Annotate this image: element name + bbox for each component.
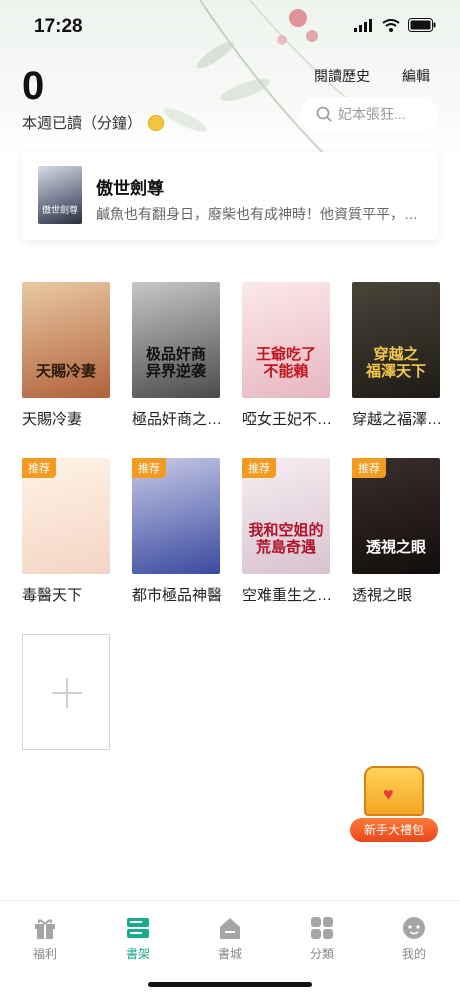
book-cover-title: 天賜冷妻 bbox=[35, 362, 96, 380]
tab-category[interactable]: 分類 bbox=[292, 915, 352, 962]
reading-history-link[interactable]: 閱讀歷史 bbox=[314, 66, 370, 86]
battery-icon bbox=[408, 18, 436, 32]
book-cover: 王爺吃了 不能賴 bbox=[242, 282, 330, 398]
cellular-signal-icon bbox=[354, 18, 372, 32]
book-cover: 穿越之 福澤天下 bbox=[352, 282, 440, 398]
coin-icon bbox=[148, 114, 165, 131]
book-cover: 推荐透視之眼 bbox=[352, 458, 440, 574]
book-cover-title: 穿越之 福澤天下 bbox=[365, 345, 426, 380]
weekly-read-label: 本週已讀（分鐘） bbox=[22, 112, 165, 133]
tab-store[interactable]: 書城 bbox=[200, 915, 260, 962]
tab-gift[interactable]: 福利 bbox=[15, 915, 75, 962]
bookshelf-icon bbox=[125, 915, 151, 941]
newbie-gift-button[interactable]: ♥ 新手大禮包 bbox=[350, 766, 438, 844]
tab-label: 我的 bbox=[401, 947, 426, 961]
status-bar: 17:28 bbox=[0, 0, 460, 54]
status-time: 17:28 bbox=[34, 16, 83, 37]
recommend-badge: 推荐 bbox=[242, 458, 276, 478]
book-title: 啞女王妃不能吃 bbox=[242, 411, 342, 428]
recommend-badge: 推荐 bbox=[22, 458, 56, 478]
tab-label: 福利 bbox=[32, 947, 57, 961]
recommend-badge: 推荐 bbox=[132, 458, 166, 478]
book-cover: 极品奸商 异界逆袭 bbox=[132, 282, 220, 398]
book-cover-title: 我和空姐的 荒島奇遇 bbox=[248, 521, 324, 556]
tab-label: 分類 bbox=[309, 947, 334, 961]
book-cover: 推荐 bbox=[132, 458, 220, 574]
book-cover-title: 极品奸商 异界逆袭 bbox=[145, 345, 206, 380]
treasure-chest-icon bbox=[364, 766, 424, 816]
wifi-icon bbox=[382, 18, 400, 32]
book-title: 穿越之福澤天下 bbox=[352, 411, 452, 428]
tab-profile[interactable]: 我的 bbox=[384, 915, 444, 962]
book-title: 極品奸商之異界逆襲 bbox=[132, 411, 232, 428]
weekly-read-text: 本週已讀（分鐘） bbox=[22, 115, 143, 132]
tab-label: 書城 bbox=[217, 947, 242, 961]
shelf-book[interactable]: 推荐 透視之眼 透視之眼 bbox=[352, 458, 440, 605]
book-title: 空难重生之荒岛奇遇 bbox=[242, 587, 342, 604]
search-placeholder: 妃本張狂... bbox=[338, 106, 406, 122]
current-book-description: 鹹魚也有翻身日，廢柴也有成神時！他資質平平，… bbox=[96, 206, 418, 222]
shelf-book[interactable]: 推荐 毒醫天下 bbox=[22, 458, 110, 605]
book-cover-title: 透視之眼 bbox=[365, 538, 426, 556]
edit-link[interactable]: 編輯 bbox=[402, 66, 430, 86]
current-book-cover: 傲世劍尊 bbox=[38, 166, 82, 224]
gift-icon bbox=[32, 915, 58, 941]
shelf-book[interactable]: 极品奸商 异界逆袭極品奸商之異界逆襲 bbox=[132, 282, 232, 429]
book-title: 毒醫天下 bbox=[22, 587, 83, 604]
shelf-book[interactable]: 推荐我和空姐的 荒島奇遇空难重生之荒岛奇遇 bbox=[242, 458, 342, 605]
gift-label: 新手大禮包 bbox=[350, 818, 438, 842]
store-icon bbox=[217, 915, 243, 941]
book-title: 都市極品神醫 bbox=[132, 587, 223, 604]
book-title: 天賜冷妻 bbox=[22, 411, 83, 428]
weekly-read-count: 0 bbox=[22, 64, 45, 108]
search-box[interactable]: 妃本張狂... bbox=[300, 97, 438, 131]
current-book-title: 傲世劍尊 bbox=[96, 179, 164, 198]
heart-icon: ♥ bbox=[383, 784, 394, 804]
book-cover: 天賜冷妻 bbox=[22, 282, 110, 398]
tab-bookshelf[interactable]: 書架 bbox=[108, 915, 168, 962]
shelf-book[interactable]: 推荐 都市極品神醫 bbox=[132, 458, 222, 605]
status-icons bbox=[354, 18, 436, 32]
profile-icon bbox=[401, 915, 427, 941]
search-icon bbox=[316, 106, 332, 122]
current-reading-card[interactable]: 傲世劍尊 傲世劍尊 鹹魚也有翻身日，廢柴也有成神時！他資質平平，… bbox=[22, 152, 438, 240]
recommend-badge: 推荐 bbox=[352, 458, 386, 478]
header-actions: 閱讀歷史 編輯 bbox=[314, 66, 430, 86]
home-indicator bbox=[148, 982, 312, 987]
add-book-button[interactable] bbox=[22, 634, 110, 750]
shelf-book[interactable]: 王爺吃了 不能賴啞女王妃不能吃 bbox=[242, 282, 342, 429]
shelf-book[interactable]: 穿越之 福澤天下穿越之福澤天下 bbox=[352, 282, 452, 429]
shelf-book[interactable]: 天賜冷妻 天賜冷妻 bbox=[22, 282, 110, 429]
category-icon bbox=[309, 915, 335, 941]
tab-label: 書架 bbox=[125, 947, 150, 961]
book-cover: 推荐 bbox=[22, 458, 110, 574]
book-title: 透視之眼 bbox=[352, 587, 413, 604]
current-book-cover-text: 傲世劍尊 bbox=[41, 206, 78, 216]
book-cover-title: 王爺吃了 不能賴 bbox=[255, 345, 316, 380]
book-cover: 推荐我和空姐的 荒島奇遇 bbox=[242, 458, 330, 574]
